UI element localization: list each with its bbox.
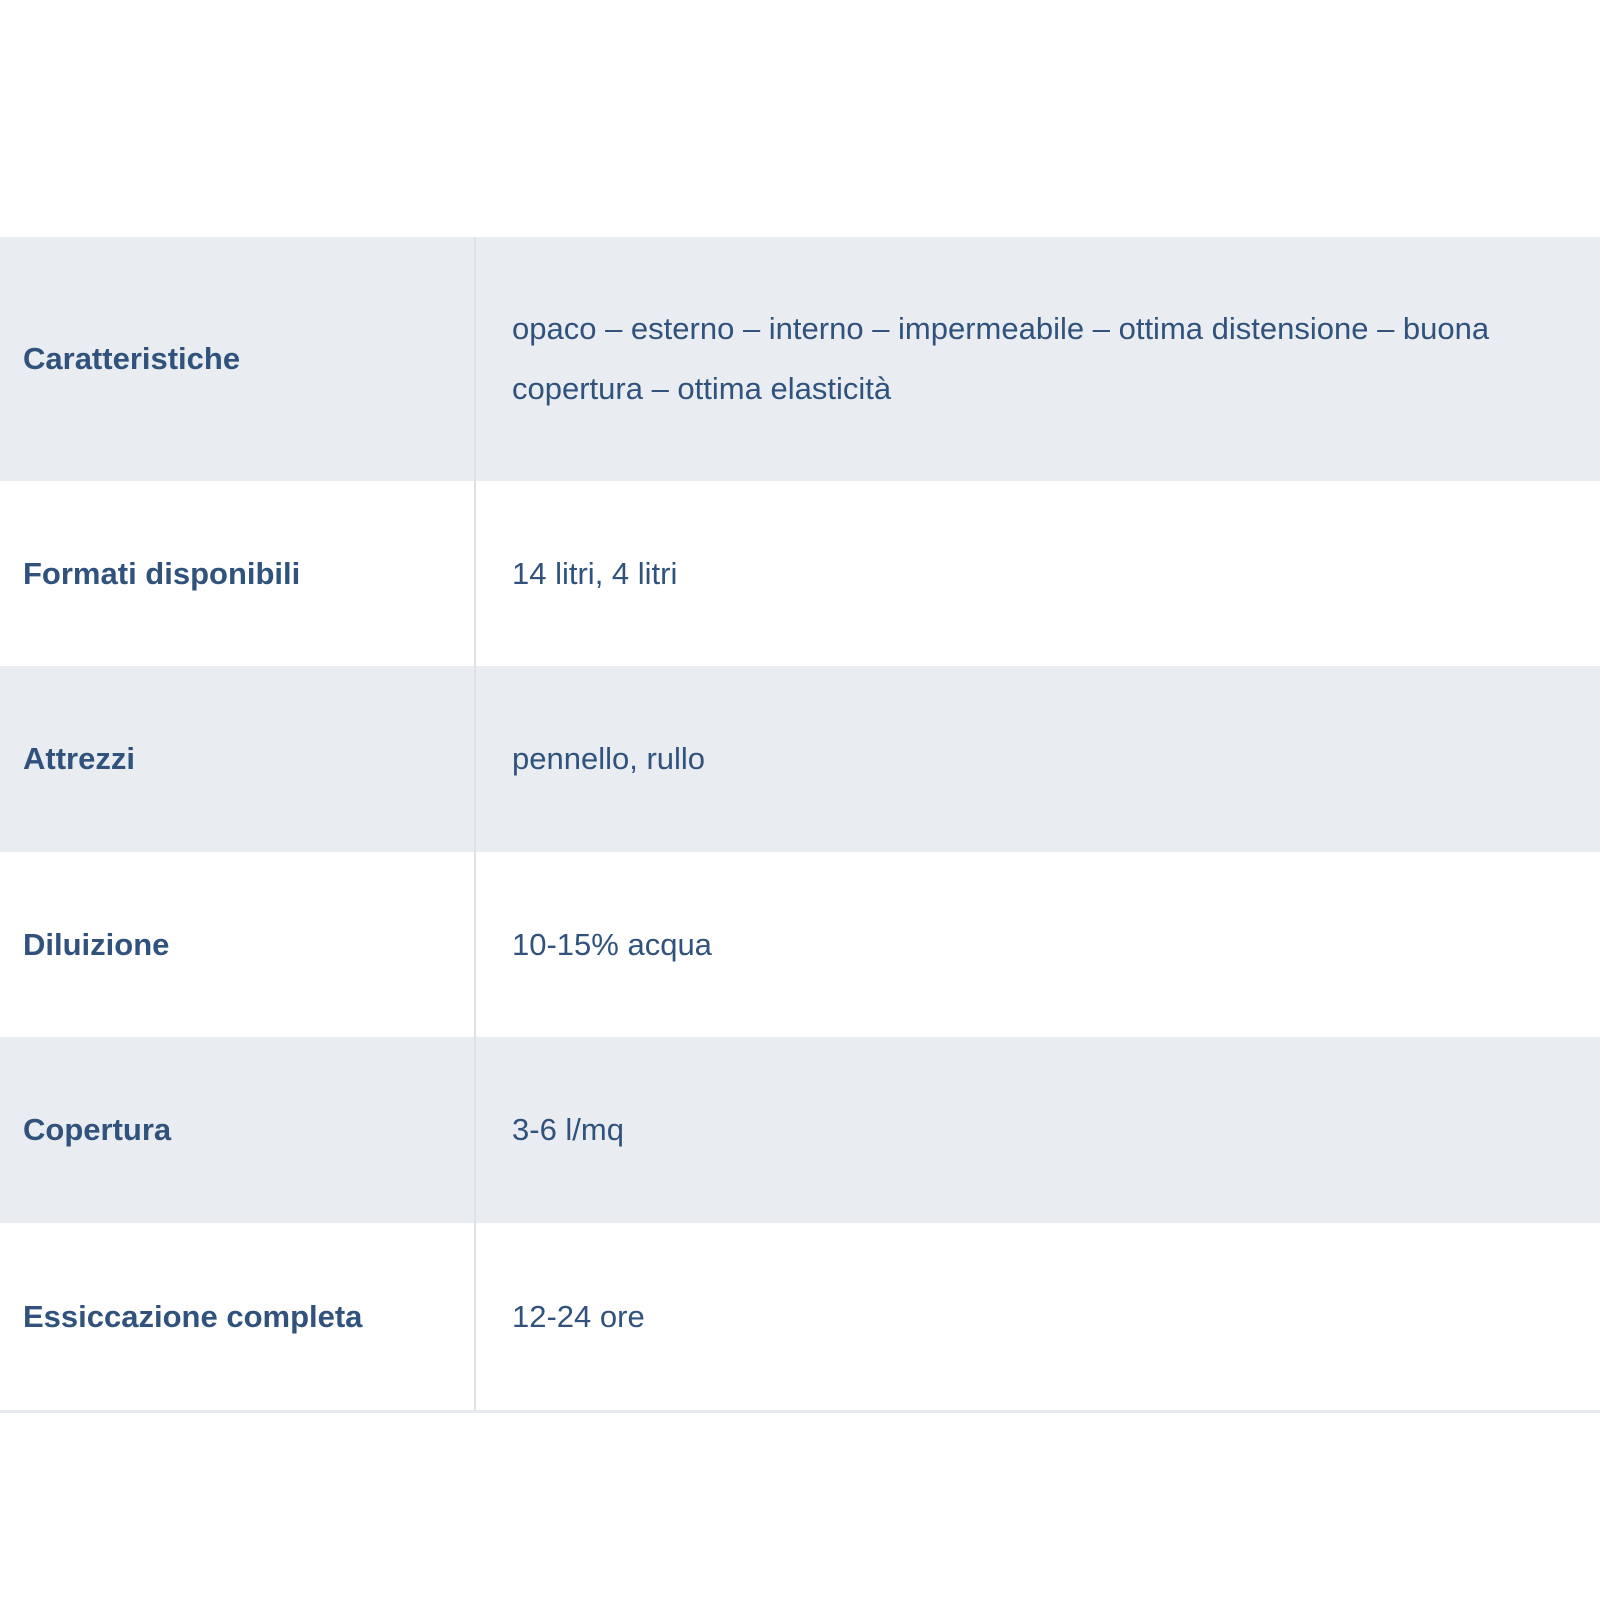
- spec-label: Essiccazione completa: [0, 1223, 476, 1411]
- spec-label: Copertura: [0, 1037, 476, 1223]
- spec-row-caratteristiche: Caratteristiche opaco – esterno – intern…: [0, 237, 1600, 481]
- table-bottom-divider: [0, 1410, 1600, 1413]
- spec-value: 3-6 l/mq: [512, 1112, 624, 1147]
- spec-value: pennello, rullo: [512, 741, 706, 776]
- spec-row-essiccazione-completa: Essiccazione completa 12-24 ore: [0, 1223, 1600, 1411]
- spec-value: 12-24 ore: [512, 1299, 645, 1334]
- spec-label: Diluizione: [0, 852, 476, 1037]
- spec-value: 14 litri, 4 litri: [512, 555, 678, 591]
- spec-row-attrezzi: Attrezzi pennello, rullo: [0, 666, 1600, 852]
- spec-row-formati-disponibili: Formati disponibili 14 litri, 4 litri: [0, 481, 1600, 666]
- spec-value: 10-15% acqua: [512, 926, 712, 962]
- spec-value: opaco – esterno – interno – impermeabile…: [512, 311, 1490, 406]
- spec-row-copertura: Copertura 3-6 l/mq: [0, 1037, 1600, 1223]
- spec-label: Caratteristiche: [0, 237, 476, 481]
- spec-row-diluizione: Diluizione 10-15% acqua: [0, 852, 1600, 1037]
- spec-label: Attrezzi: [0, 666, 476, 852]
- spec-label: Formati disponibili: [0, 481, 476, 666]
- product-spec-table: Caratteristiche opaco – esterno – intern…: [0, 237, 1600, 1411]
